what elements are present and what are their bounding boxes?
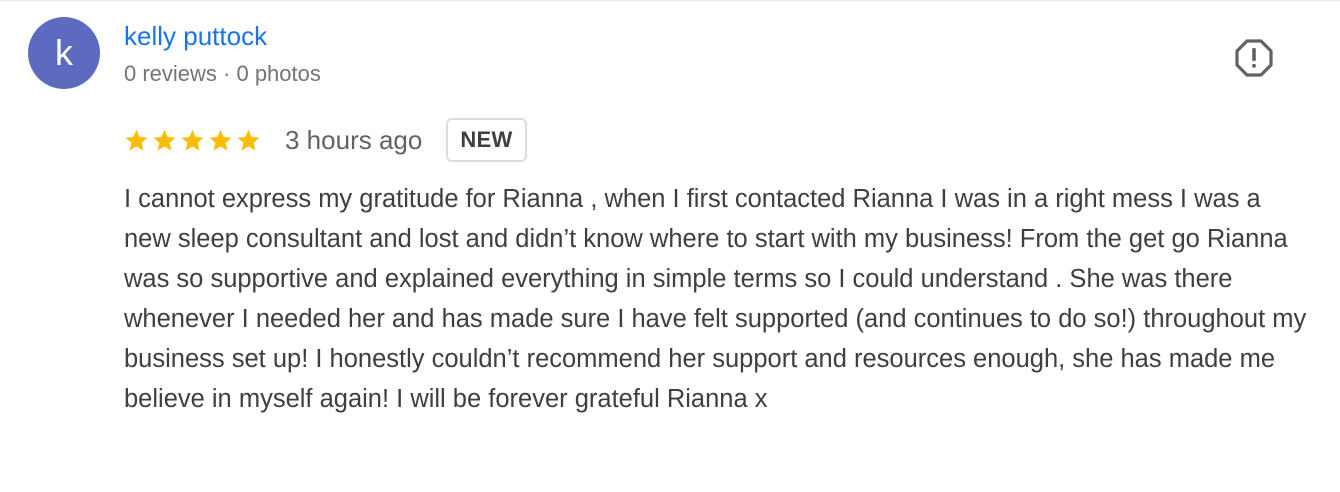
author-name-link[interactable]: kelly puttock xyxy=(124,21,267,52)
star-rating xyxy=(124,128,261,153)
star-icon xyxy=(153,129,176,150)
report-icon xyxy=(1235,39,1273,77)
rating-row: 3 hours ago NEW xyxy=(124,117,527,163)
avatar-initial: k xyxy=(55,32,73,73)
review-time: 3 hours ago xyxy=(285,124,423,155)
author-meta: 0 reviews · 0 photos xyxy=(124,61,321,86)
avatar[interactable]: k xyxy=(28,17,100,89)
review-card: k kelly puttock 0 reviews · 0 photos 3 h… xyxy=(0,0,1340,492)
report-button[interactable] xyxy=(1234,38,1274,78)
new-badge: NEW xyxy=(446,118,527,162)
review-text: I cannot express my gratitude for Rianna… xyxy=(124,185,1307,413)
star-icon xyxy=(237,129,260,150)
star-icon xyxy=(125,129,148,150)
star-icon xyxy=(209,129,232,150)
star-icon xyxy=(181,129,204,150)
